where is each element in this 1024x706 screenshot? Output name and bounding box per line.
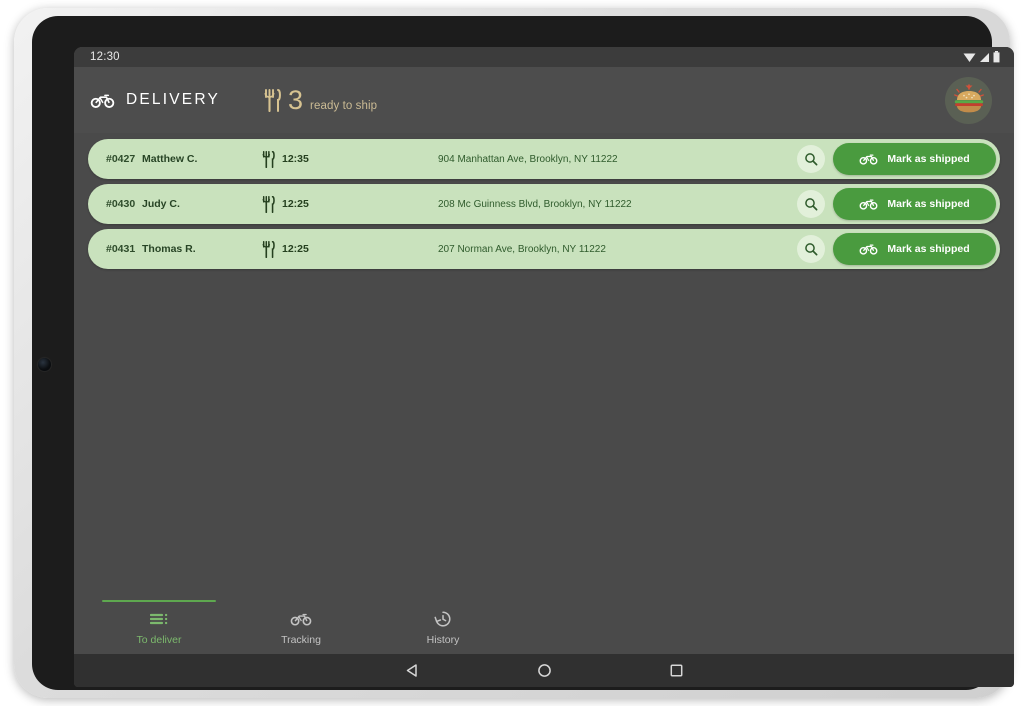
nav-icon-list-icon: [149, 609, 169, 629]
order-time: 12:25: [262, 195, 382, 213]
order-time-value: 12:25: [282, 243, 309, 255]
search-icon: [805, 243, 818, 256]
ready-count-value: 3: [288, 84, 304, 115]
order-time-value: 12:35: [282, 153, 309, 165]
order-search-button[interactable]: [797, 235, 825, 263]
list-icon: [149, 613, 167, 624]
table-row[interactable]: #0430 Judy C. 12:25 208 Mc Guinness Blvd…: [88, 184, 1000, 224]
status-bar-icons: [963, 51, 1000, 63]
order-address: 207 Norman Ave, Brooklyn, NY 11222: [438, 243, 606, 255]
bicycle-icon: [859, 199, 878, 210]
cutlery-icon: [262, 195, 275, 213]
clock-history-icon: [434, 611, 451, 627]
bottom-navigation: To deliver Tracking History: [74, 592, 1014, 654]
order-id: #0430: [106, 198, 136, 210]
order-time: 12:25: [262, 240, 382, 258]
cutlery-icon: [262, 150, 275, 168]
nav-label: Tracking: [281, 634, 321, 646]
status-bar-clock: 12:30: [90, 51, 120, 63]
search-icon: [805, 198, 818, 211]
nav-item-tracking[interactable]: Tracking: [230, 592, 372, 654]
android-status-bar: 12:30: [74, 47, 1014, 67]
brand-block: DELIVERY: [90, 91, 220, 109]
nav-label: History: [426, 634, 460, 646]
tablet-device-frame: 12:30 DELIVERY 3 ready to ship #0427 Mat…: [14, 8, 1014, 698]
table-row[interactable]: #0431 Thomas R. 12:25 207 Norman Ave, Br…: [88, 229, 1000, 269]
mark-as-shipped-label: Mark as shipped: [887, 198, 970, 210]
mark-as-shipped-button[interactable]: Mark as shipped: [833, 233, 996, 265]
mark-as-shipped-button[interactable]: Mark as shipped: [833, 188, 996, 220]
home-button[interactable]: [478, 663, 610, 678]
order-search-button[interactable]: [797, 145, 825, 173]
table-row[interactable]: #0427 Matthew C. 12:35 904 Manhattan Ave…: [88, 139, 1000, 179]
search-icon: [805, 153, 818, 166]
nav-icon-clock-history-icon: [434, 609, 452, 629]
order-search-button[interactable]: [797, 190, 825, 218]
mark-as-shipped-button[interactable]: Mark as shipped: [833, 143, 996, 175]
avatar[interactable]: [945, 76, 992, 124]
camera-lens-icon: [38, 358, 51, 371]
order-customer: Matthew C.: [142, 153, 198, 165]
order-customer: Judy C.: [142, 198, 180, 210]
nav-item-to-deliver[interactable]: To deliver: [88, 592, 230, 654]
cutlery-icon: [262, 240, 275, 258]
bicycle-icon: [290, 613, 312, 626]
order-id: #0431: [106, 243, 136, 255]
ready-to-ship-counter: 3 ready to ship: [264, 84, 378, 115]
bicycle-icon: [90, 94, 115, 108]
signal-icon: [980, 52, 989, 62]
page-title: DELIVERY: [126, 91, 220, 108]
app-header: DELIVERY 3 ready to ship: [74, 67, 1014, 133]
wifi-icon: [963, 53, 976, 62]
nav-active-indicator: [102, 600, 216, 602]
order-list: #0427 Matthew C. 12:35 904 Manhattan Ave…: [74, 133, 1014, 269]
order-address: 904 Manhattan Ave, Brooklyn, NY 11222: [438, 153, 618, 165]
order-customer: Thomas R.: [142, 243, 196, 255]
burger-avatar-icon: [953, 84, 984, 113]
tablet-screen: 12:30 DELIVERY 3 ready to ship #0427 Mat…: [74, 47, 1014, 687]
battery-icon: [993, 51, 1000, 63]
order-time-value: 12:25: [282, 198, 309, 210]
nav-icon-bicycle-icon: [290, 609, 312, 629]
android-system-nav: [74, 654, 1014, 687]
tablet-body: 12:30 DELIVERY 3 ready to ship #0427 Mat…: [32, 16, 1014, 690]
back-button[interactable]: [346, 663, 478, 678]
recents-square-icon: [670, 664, 682, 677]
ready-count-label: ready to ship: [310, 99, 378, 112]
nav-label: To deliver: [136, 634, 182, 646]
recents-button[interactable]: [610, 663, 742, 678]
order-id: #0427: [106, 153, 136, 165]
order-address: 208 Mc Guinness Blvd, Brooklyn, NY 11222: [438, 198, 632, 210]
bicycle-icon: [859, 244, 878, 255]
mark-as-shipped-label: Mark as shipped: [887, 153, 970, 165]
bicycle-icon: [859, 154, 878, 165]
back-triangle-icon: [406, 664, 417, 677]
nav-item-history[interactable]: History: [372, 592, 514, 654]
order-time: 12:35: [262, 150, 382, 168]
mark-as-shipped-label: Mark as shipped: [887, 243, 970, 255]
home-circle-icon: [537, 664, 551, 677]
cutlery-icon: [264, 88, 281, 112]
